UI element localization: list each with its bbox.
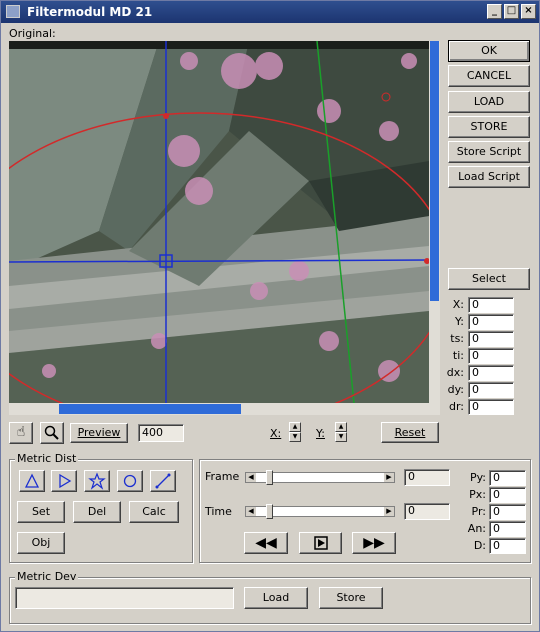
px-field[interactable]: 0 bbox=[489, 487, 526, 503]
x-coord-field[interactable]: 0 bbox=[468, 297, 514, 313]
vertical-scrollbar[interactable] bbox=[429, 41, 440, 415]
ts-label: ts: bbox=[450, 332, 464, 345]
frame-left-icon[interactable]: ◀ bbox=[246, 473, 256, 482]
dr-field[interactable]: 0 bbox=[468, 399, 514, 415]
filtermodul-window: Filtermodul MD 21 _ □ × Original: OK CAN… bbox=[0, 0, 540, 632]
horizontal-scrollbar[interactable] bbox=[9, 403, 429, 415]
y-up-icon[interactable]: ▲ bbox=[335, 422, 347, 432]
an-label: An: bbox=[467, 522, 486, 535]
calc-button[interactable]: Calc bbox=[129, 501, 179, 523]
frame-slider-thumb[interactable] bbox=[266, 470, 273, 485]
dx-label: dx: bbox=[446, 366, 464, 379]
ti-label: ti: bbox=[452, 349, 464, 362]
x-spinner[interactable]: ▲ ▼ bbox=[289, 422, 301, 442]
triangle-tool-icon[interactable] bbox=[19, 470, 45, 492]
magnifier-icon[interactable] bbox=[40, 422, 64, 444]
fast-forward-icon[interactable]: ▶▶ bbox=[352, 532, 396, 554]
metric-dev-load-button[interactable]: Load bbox=[244, 587, 308, 609]
star-tool-icon[interactable] bbox=[84, 470, 110, 492]
title-bar[interactable]: Filtermodul MD 21 _ □ × bbox=[1, 1, 539, 23]
window-title: Filtermodul MD 21 bbox=[27, 5, 153, 19]
horizontal-scroll-thumb[interactable] bbox=[59, 404, 241, 414]
close-icon[interactable]: × bbox=[521, 4, 536, 19]
image-viewer[interactable] bbox=[9, 41, 429, 403]
pr-field[interactable]: 0 bbox=[489, 504, 526, 520]
frame-label: Frame bbox=[205, 470, 240, 483]
store-script-button[interactable]: Store Script bbox=[448, 141, 530, 163]
ts-field[interactable]: 0 bbox=[468, 331, 514, 347]
hand-tool-icon[interactable]: ☝ bbox=[9, 422, 33, 444]
minimize-icon[interactable]: _ bbox=[487, 4, 502, 19]
d-field[interactable]: 0 bbox=[489, 538, 526, 554]
an-field[interactable]: 0 bbox=[489, 521, 526, 537]
vertical-scroll-thumb[interactable] bbox=[430, 41, 439, 301]
preview-size-field[interactable]: 400 bbox=[138, 424, 184, 442]
del-button[interactable]: Del bbox=[73, 501, 121, 523]
line-tool-icon[interactable] bbox=[150, 470, 176, 492]
cancel-button[interactable]: CANCEL bbox=[448, 65, 530, 87]
py-field[interactable]: 0 bbox=[489, 470, 526, 486]
x-down-icon[interactable]: ▼ bbox=[289, 432, 301, 442]
dx-field[interactable]: 0 bbox=[468, 365, 514, 381]
ok-button[interactable]: OK bbox=[448, 40, 530, 62]
play-shape-tool-icon[interactable] bbox=[51, 470, 77, 492]
y-down-icon[interactable]: ▼ bbox=[335, 432, 347, 442]
circle-tool-icon[interactable] bbox=[117, 470, 143, 492]
x-up-icon[interactable]: ▲ bbox=[289, 422, 301, 432]
metric-dist-title: Metric Dist bbox=[15, 452, 79, 465]
py-label: Py: bbox=[469, 471, 486, 484]
preview-button[interactable]: Preview bbox=[70, 423, 128, 443]
reset-button[interactable]: Reset bbox=[381, 422, 439, 443]
y-coord-label: Y: bbox=[455, 315, 464, 328]
pr-label: Pr: bbox=[471, 505, 486, 518]
aerial-image bbox=[9, 41, 429, 403]
time-slider-thumb[interactable] bbox=[266, 504, 273, 519]
dy-label: dy: bbox=[447, 383, 464, 396]
load-button[interactable]: LOAD bbox=[448, 91, 530, 113]
time-right-icon[interactable]: ▶ bbox=[384, 507, 394, 516]
px-label: Px: bbox=[469, 488, 486, 501]
time-left-icon[interactable]: ◀ bbox=[246, 507, 256, 516]
time-label: Time bbox=[205, 505, 232, 518]
set-button[interactable]: Set bbox=[17, 501, 65, 523]
time-field[interactable]: 0 bbox=[404, 503, 450, 520]
y-spinner[interactable]: ▲ ▼ bbox=[335, 422, 347, 442]
ti-field[interactable]: 0 bbox=[468, 348, 514, 364]
metric-dev-field[interactable] bbox=[15, 587, 234, 609]
frame-field[interactable]: 0 bbox=[404, 469, 450, 486]
y-label: Y: bbox=[316, 427, 325, 440]
select-button[interactable]: Select bbox=[448, 268, 530, 290]
time-slider[interactable]: ◀ ▶ bbox=[245, 504, 395, 519]
load-script-button[interactable]: Load Script bbox=[448, 166, 530, 188]
original-label: Original: bbox=[9, 27, 56, 40]
obj-button[interactable]: Obj bbox=[17, 532, 65, 554]
x-label: X: bbox=[270, 427, 282, 440]
metric-dev-title: Metric Dev bbox=[15, 570, 79, 583]
frame-slider[interactable]: ◀ ▶ bbox=[245, 470, 395, 485]
y-coord-field[interactable]: 0 bbox=[468, 314, 514, 330]
store-button[interactable]: STORE bbox=[448, 116, 530, 138]
x-coord-label: X: bbox=[452, 298, 464, 311]
rewind-icon[interactable]: ◀◀ bbox=[244, 532, 288, 554]
d-label: D: bbox=[473, 539, 486, 552]
dr-label: dr: bbox=[448, 400, 464, 413]
stop-icon[interactable] bbox=[299, 532, 342, 554]
frame-right-icon[interactable]: ▶ bbox=[384, 473, 394, 482]
maximize-icon[interactable]: □ bbox=[504, 4, 519, 19]
dy-field[interactable]: 0 bbox=[468, 382, 514, 398]
metric-dev-store-button[interactable]: Store bbox=[319, 587, 383, 609]
app-icon bbox=[6, 5, 20, 18]
